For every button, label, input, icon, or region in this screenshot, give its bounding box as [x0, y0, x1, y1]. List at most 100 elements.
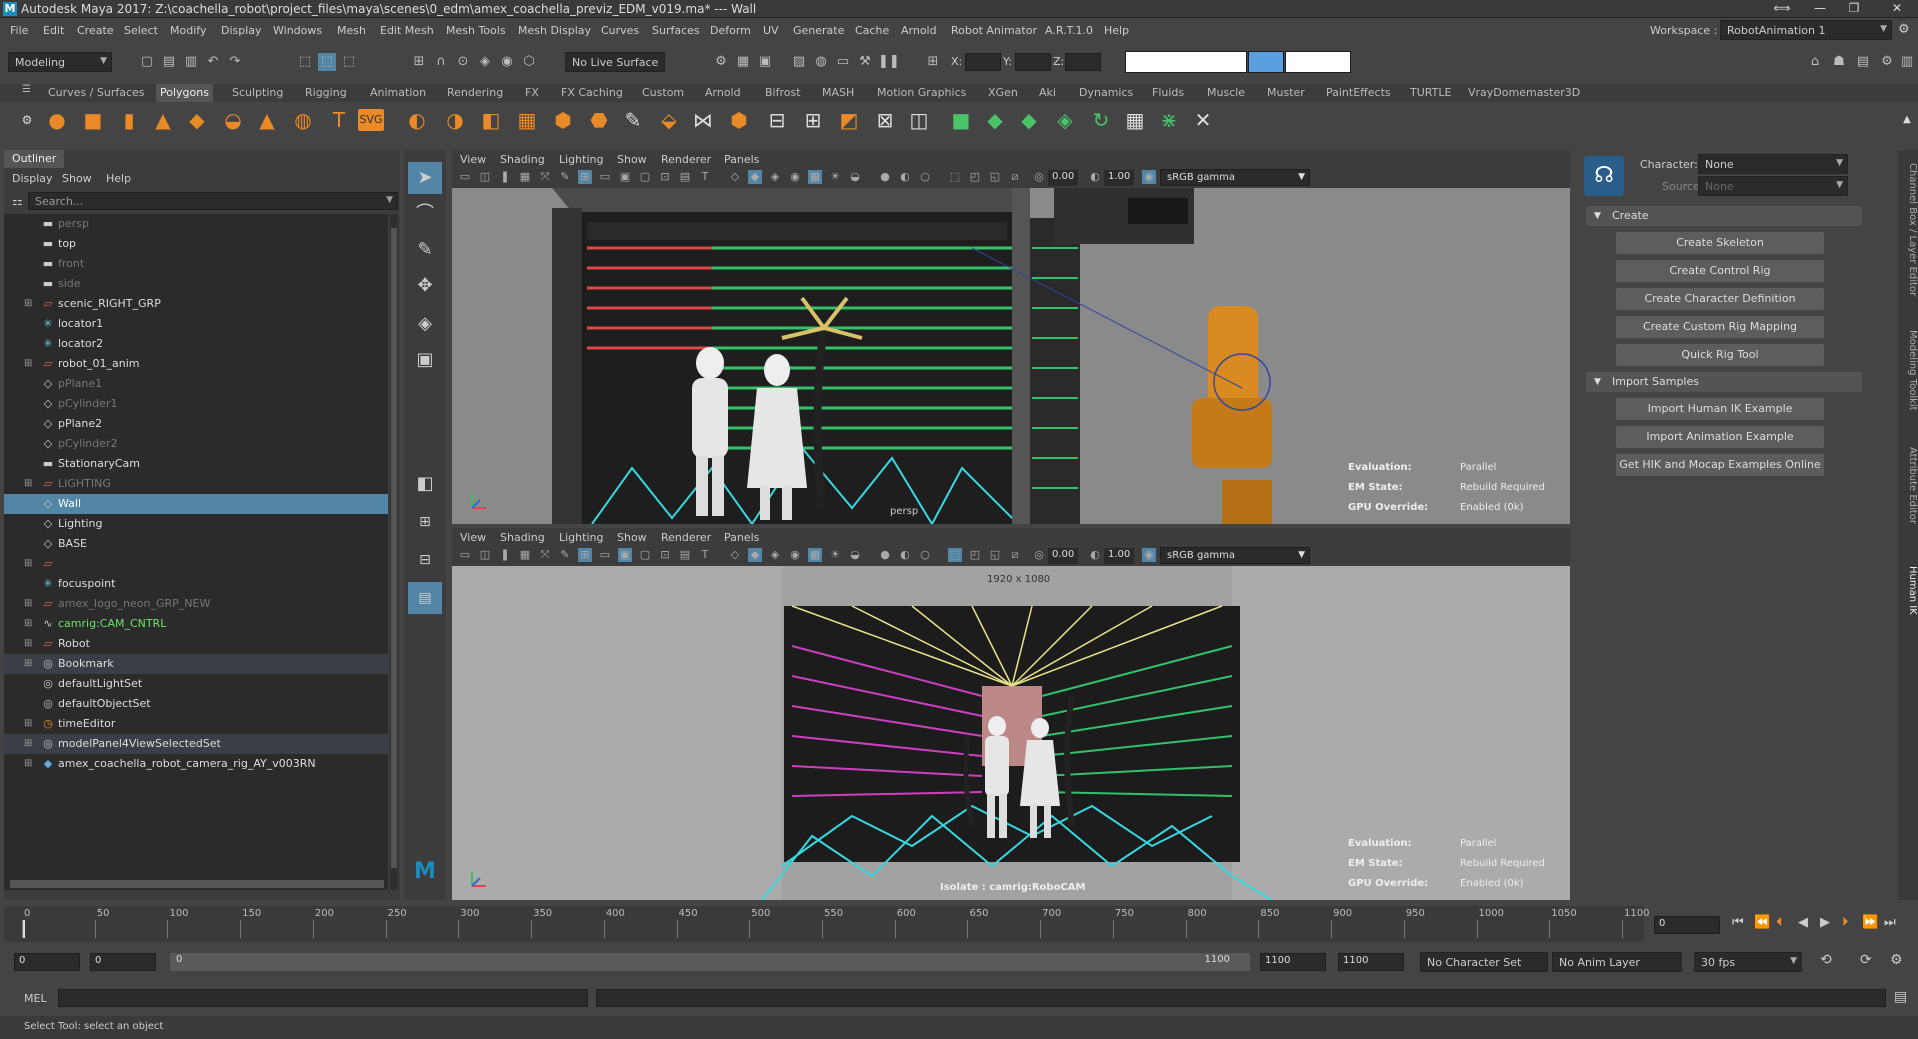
exposure-field[interactable]: 0.00: [1048, 170, 1079, 186]
channel-box-icon[interactable]: ▥: [1898, 53, 1916, 71]
ipr-render-icon[interactable]: ▨: [790, 53, 808, 71]
expand-icon[interactable]: ⊞: [24, 354, 32, 374]
shelf-tab-fluids[interactable]: Fluids: [1152, 86, 1184, 99]
menu-modify[interactable]: Modify: [170, 24, 206, 37]
step-forward-frame-icon[interactable]: ⏵: [1842, 915, 1849, 930]
vp-menu-shading[interactable]: Shading: [500, 153, 545, 166]
step-back-frame-icon[interactable]: ⏴: [1776, 915, 1783, 930]
camera-select-icon[interactable]: ▭: [458, 548, 472, 562]
open-scene-icon[interactable]: ▤: [160, 53, 178, 71]
outliner-item[interactable]: ▬ persp: [4, 214, 388, 234]
shelf-tab-dynamics[interactable]: Dynamics: [1079, 86, 1133, 99]
redo-icon[interactable]: ↷: [226, 53, 244, 71]
smooth-icon[interactable]: ▦: [514, 107, 540, 133]
film-gate-icon[interactable]: ▭: [598, 170, 612, 184]
bookmark-icon[interactable]: ❚: [498, 170, 512, 184]
extrude-icon[interactable]: ⬣: [586, 107, 612, 133]
camera-attr-icon[interactable]: ◫: [478, 548, 492, 562]
checker-icon[interactable]: ▦: [1122, 107, 1148, 133]
quad-draw-icon[interactable]: ⋇: [1156, 107, 1182, 133]
poly-plane-icon[interactable]: ◆: [184, 107, 210, 133]
vp2-menu-show[interactable]: Show: [617, 531, 647, 544]
planar-map-icon[interactable]: ◩: [836, 107, 862, 133]
mirror-icon[interactable]: ◧: [478, 107, 504, 133]
backface-icon[interactable]: ⧄: [1008, 170, 1022, 184]
minimize-button[interactable]: —: [1808, 0, 1832, 17]
step-forward-key-icon[interactable]: ⏩: [1862, 915, 1878, 930]
mel-label[interactable]: MEL: [24, 992, 47, 1005]
multi-cut-icon[interactable]: ✎: [620, 107, 646, 133]
menu-curves[interactable]: Curves: [601, 24, 639, 37]
gamma-icon[interactable]: ◐: [1088, 170, 1102, 184]
depth-of-field-icon[interactable]: ○: [918, 548, 932, 562]
outliner-item[interactable]: ✳ locator2: [4, 334, 388, 354]
outliner-item[interactable]: ◇ pCylinder2: [4, 434, 388, 454]
create-character-definition-button[interactable]: Create Character Definition: [1616, 288, 1824, 310]
shadows-icon[interactable]: ☀: [828, 170, 842, 184]
outliner-item[interactable]: ▬ top: [4, 234, 388, 254]
shelf-tab-animation[interactable]: Animation: [370, 86, 426, 99]
anti-alias-icon[interactable]: ◐: [898, 170, 912, 184]
menu-uv[interactable]: UV: [763, 24, 779, 37]
expand-icon[interactable]: ⊞: [24, 614, 32, 634]
outliner-item[interactable]: ⊞ ◎ modelPanel4ViewSelectedSet: [4, 734, 388, 754]
mel-input[interactable]: [58, 989, 588, 1007]
outliner-item[interactable]: ◇ pPlane1: [4, 374, 388, 394]
save-scene-icon[interactable]: ▥: [182, 53, 200, 71]
tab-attribute-editor[interactable]: Attribute Editor: [1898, 430, 1918, 540]
outliner-item[interactable]: ▬ side: [4, 274, 388, 294]
auto-key-icon[interactable]: ⟳: [1860, 952, 1872, 968]
paint-select-icon[interactable]: ✎: [408, 234, 442, 266]
textured-icon[interactable]: ◉: [788, 170, 802, 184]
fill-hole-icon[interactable]: ⬢: [726, 107, 752, 133]
view-transform-dropdown[interactable]: sRGB gamma ▼: [1160, 547, 1310, 564]
bridge-icon[interactable]: ⬢: [550, 107, 576, 133]
shelf-scroll-icon[interactable]: ▲: [1894, 107, 1918, 133]
expand-icon[interactable]: ⊞: [24, 474, 32, 494]
menu-select[interactable]: Select: [124, 24, 158, 37]
reset-transform-icon[interactable]: ◈: [1052, 107, 1078, 133]
play-backward-icon[interactable]: ◀: [1798, 915, 1808, 930]
menu-create[interactable]: Create: [77, 24, 114, 37]
outliner-vertical-scrollbar[interactable]: [390, 214, 398, 890]
import-animation-example-button[interactable]: Import Animation Example: [1616, 426, 1824, 448]
character-dropdown[interactable]: None ▼: [1698, 154, 1848, 174]
render-settings-icon[interactable]: ⚙: [712, 53, 730, 71]
create-control-rig-button[interactable]: Create Control Rig: [1616, 260, 1824, 282]
arnold-render-icon[interactable]: ⚒: [856, 53, 874, 71]
outliner-item[interactable]: ⊞ ▱ robot_01_anim: [4, 354, 388, 374]
expand-icon[interactable]: ⊞: [24, 294, 32, 314]
four-pane-icon[interactable]: ⊞: [408, 506, 442, 538]
tab-modeling-toolkit[interactable]: Modeling Toolkit: [1898, 320, 1918, 420]
motion-blur-icon[interactable]: ●: [878, 548, 892, 562]
center-pivot-icon[interactable]: ◆: [982, 107, 1008, 133]
ambient-occlusion-icon[interactable]: ◒: [848, 170, 862, 184]
two-d-pan-icon[interactable]: ⤧: [538, 170, 552, 184]
go-to-start-icon[interactable]: ⏮: [1732, 915, 1744, 930]
x-field[interactable]: [965, 53, 1001, 71]
outliner-search-input[interactable]: Search... ▼: [28, 192, 398, 210]
safe-title-icon[interactable]: T: [698, 170, 712, 184]
shelf-tab-polygons[interactable]: Polygons: [156, 84, 213, 102]
poly-sphere-icon[interactable]: ●: [44, 107, 70, 133]
menu-art[interactable]: A.R.T.1.0: [1045, 24, 1093, 37]
smooth-shade-icon[interactable]: ◆: [748, 170, 762, 184]
command-field-right[interactable]: [1285, 51, 1351, 73]
outliner-menu-help[interactable]: Help: [106, 172, 131, 185]
gate-mask-icon[interactable]: ▢: [638, 170, 652, 184]
range-slider[interactable]: 0 1100: [170, 953, 1250, 971]
menu-generate[interactable]: Generate: [793, 24, 844, 37]
menu-cache[interactable]: Cache: [855, 24, 889, 37]
ambient-occlusion-icon[interactable]: ◒: [848, 548, 862, 562]
select-component-icon[interactable]: ⬚: [340, 53, 358, 71]
get-hik-mocap-examples-button[interactable]: Get HIK and Mocap Examples Online: [1616, 454, 1824, 476]
outliner-item[interactable]: ⊞ ◎ Bookmark: [4, 654, 388, 674]
wireframe-on-shaded-icon[interactable]: ◈: [768, 548, 782, 562]
anim-layer-dropdown[interactable]: No Anim Layer: [1552, 952, 1682, 972]
menu-mesh[interactable]: Mesh: [337, 24, 366, 37]
color-management-icon[interactable]: ◉: [1142, 548, 1156, 562]
safe-action-icon[interactable]: ▤: [678, 170, 692, 184]
expand-icon[interactable]: ⊞: [24, 594, 32, 614]
outliner-menu-display[interactable]: Display: [12, 172, 53, 185]
scale-tool-icon[interactable]: ▣: [408, 344, 442, 376]
